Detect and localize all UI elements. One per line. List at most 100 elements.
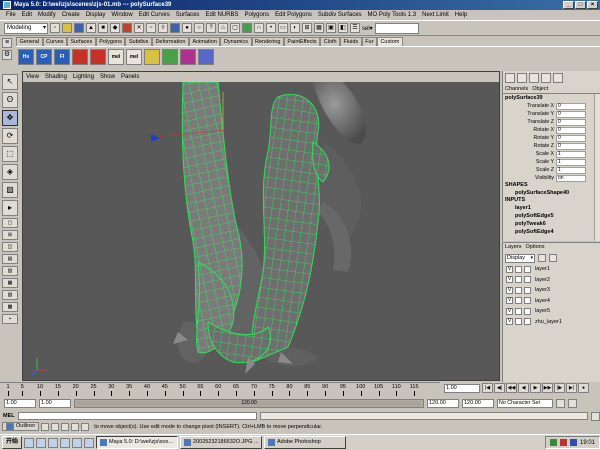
viewport-panel[interactable]: View Shading Lighting Show Panels <box>22 71 500 381</box>
snap-curve-icon[interactable]: ∩ <box>254 23 264 33</box>
shelf-tool-icon[interactable] <box>144 48 160 65</box>
shelf-tab-fluids[interactable]: Fluids <box>340 37 362 46</box>
layer-name[interactable]: layer5 <box>533 308 550 314</box>
layer-display-type-toggle[interactable] <box>524 318 531 326</box>
layer-row[interactable]: Vlayer4 <box>503 296 600 307</box>
layer-playback-toggle[interactable] <box>515 265 522 273</box>
layer-playback-toggle[interactable] <box>515 276 522 284</box>
play-forward-icon[interactable]: ▶ <box>530 383 541 393</box>
layer-visibility-toggle[interactable]: V <box>506 276 513 284</box>
lasso-tool-icon[interactable]: ʘ <box>2 92 18 108</box>
shelf-tab-animation[interactable]: Animation <box>188 37 221 46</box>
layer-visibility-toggle[interactable]: V <box>506 318 513 326</box>
channel-box-scrollbar[interactable] <box>594 94 600 241</box>
menu-surfaces[interactable]: Surfaces <box>173 10 203 20</box>
menu-window[interactable]: Window <box>108 10 135 20</box>
layout-extra-icon[interactable]: ▪ <box>2 314 18 324</box>
layout-side-icon[interactable]: ◫ <box>2 242 18 252</box>
attribute-value-field[interactable]: 1 <box>556 158 586 166</box>
shelf-tool-icon[interactable] <box>198 48 214 65</box>
options-menu[interactable]: Options <box>526 243 545 252</box>
layer-row[interactable]: Vlayer5 <box>503 306 600 317</box>
shelf-tab-cloth[interactable]: Cloth <box>320 37 341 46</box>
layer-playback-toggle[interactable] <box>515 286 522 294</box>
layer-name[interactable]: zhu_layer1 <box>533 319 562 325</box>
pick-surfaces-icon[interactable]: ◊ <box>158 23 168 33</box>
animation-start-field[interactable]: 1.00 <box>4 399 36 408</box>
menu-edit-curves[interactable]: Edit Curves <box>136 10 173 20</box>
menu-edit[interactable]: Edit <box>19 10 35 20</box>
pick-handles-icon[interactable] <box>122 23 132 33</box>
tray-icon[interactable] <box>569 439 577 446</box>
pick-curves-icon[interactable]: ~ <box>146 23 156 33</box>
open-scene-icon[interactable] <box>62 23 72 33</box>
range-slider-bar[interactable]: 120.00 <box>74 399 424 408</box>
quick-launch-icon[interactable] <box>72 437 83 448</box>
command-language-label[interactable]: MEL <box>3 413 15 419</box>
shelf-tab-custom[interactable]: Custom <box>376 37 403 46</box>
lock-selection-icon[interactable]: ⌂ <box>218 23 228 33</box>
step-forward-icon[interactable]: |▶ <box>554 383 565 393</box>
layout-custom-icon[interactable]: ▩ <box>2 302 18 312</box>
menu-set-dropdown[interactable]: Modeling <box>4 22 48 34</box>
go-to-start-icon[interactable]: |◀ <box>482 383 493 393</box>
attribute-value-field[interactable]: on <box>556 174 586 182</box>
maximize-button[interactable]: □ <box>575 1 586 9</box>
layer-display-type-toggle[interactable] <box>524 286 531 294</box>
select-component-icon[interactable]: ◆ <box>110 23 120 33</box>
layer-visibility-toggle[interactable]: V <box>506 265 513 273</box>
auto-key-icon[interactable] <box>556 399 565 408</box>
snap-view-plane-icon[interactable]: ▭ <box>278 23 288 33</box>
playback-options-icon[interactable]: ● <box>578 383 589 393</box>
help-tool-icon[interactable] <box>71 422 80 431</box>
move-tool-icon[interactable]: ✥ <box>2 110 18 126</box>
shelf-tab-surfaces[interactable]: Surfaces <box>67 37 96 46</box>
quick-launch-icon[interactable] <box>60 437 71 448</box>
shelf-tool-icon[interactable] <box>90 48 106 65</box>
render-globals-icon[interactable]: ☰ <box>350 23 360 33</box>
step-back-key-icon[interactable]: ◀◀ <box>506 383 517 393</box>
shelf-tool-icon[interactable]: mel <box>108 48 124 65</box>
pick-misc-icon[interactable]: ? <box>206 23 216 33</box>
quick-launch-icon[interactable] <box>84 437 95 448</box>
soft-mod-tool-icon[interactable]: ▸ <box>2 200 18 216</box>
help-tool-icon[interactable] <box>41 422 50 431</box>
quick-launch-icon[interactable] <box>48 437 59 448</box>
layer-visibility-toggle[interactable]: V <box>506 307 513 315</box>
scale-tool-icon[interactable]: ⬚ <box>2 146 18 162</box>
ipr-render-icon[interactable]: ◧ <box>338 23 348 33</box>
command-input[interactable] <box>17 412 257 420</box>
layer-playback-toggle[interactable] <box>515 297 522 305</box>
menu-polygons[interactable]: Polygons <box>241 10 272 20</box>
taskbar-task-button[interactable]: Adobe Photoshop <box>264 436 347 449</box>
animation-end-field[interactable]: 120.00 <box>462 399 494 408</box>
start-button[interactable]: 开始 <box>2 436 23 449</box>
attribute-name[interactable]: Rotate X <box>503 127 556 133</box>
shelf-tool-icon[interactable]: CP <box>36 48 52 65</box>
input-node[interactable]: polySoftEdge4 <box>503 228 600 236</box>
animation-prefs-icon[interactable] <box>568 399 577 408</box>
taskbar-task-button[interactable]: Maya 5.0: D:\wei\zjs\sce... <box>96 436 179 449</box>
history-icon[interactable]: ⊞ <box>302 23 312 33</box>
highlight-selection-icon[interactable]: ▢ <box>230 23 240 33</box>
viewport-canvas[interactable] <box>23 81 499 380</box>
layer-display-type-toggle[interactable] <box>524 297 531 305</box>
time-slider[interactable]: 1 5 10 15 20 25 30 35 40 45 50 55 60 65 70 75 80 85 90 95 10… <box>0 382 440 396</box>
layer-playback-toggle[interactable] <box>515 307 522 315</box>
show-channel-box-icon[interactable] <box>505 73 515 83</box>
layer-row[interactable]: Vlayer1 <box>503 264 600 275</box>
pick-joints-icon[interactable]: ✕ <box>134 23 144 33</box>
attribute-name[interactable]: Scale Y <box>503 159 556 165</box>
quick-selection-field[interactable] <box>374 22 419 34</box>
new-layer-selected-icon[interactable] <box>549 254 557 262</box>
layout-graph-icon[interactable]: ▦ <box>2 278 18 288</box>
shelf-tool-icon[interactable]: FI <box>54 48 70 65</box>
menu-display[interactable]: Display <box>83 10 109 20</box>
layer-name[interactable]: layer1 <box>533 266 550 272</box>
attribute-name[interactable]: Translate Y <box>503 111 556 117</box>
move-manipulator-z-handle[interactable] <box>151 134 160 142</box>
manipulator-tool-icon[interactable]: ◈ <box>2 164 18 180</box>
layout-outliner-icon[interactable]: ▤ <box>2 254 18 264</box>
attribute-name[interactable]: Visibility <box>503 175 556 181</box>
shelf-editor-icon[interactable]: ⚙ <box>2 50 12 60</box>
